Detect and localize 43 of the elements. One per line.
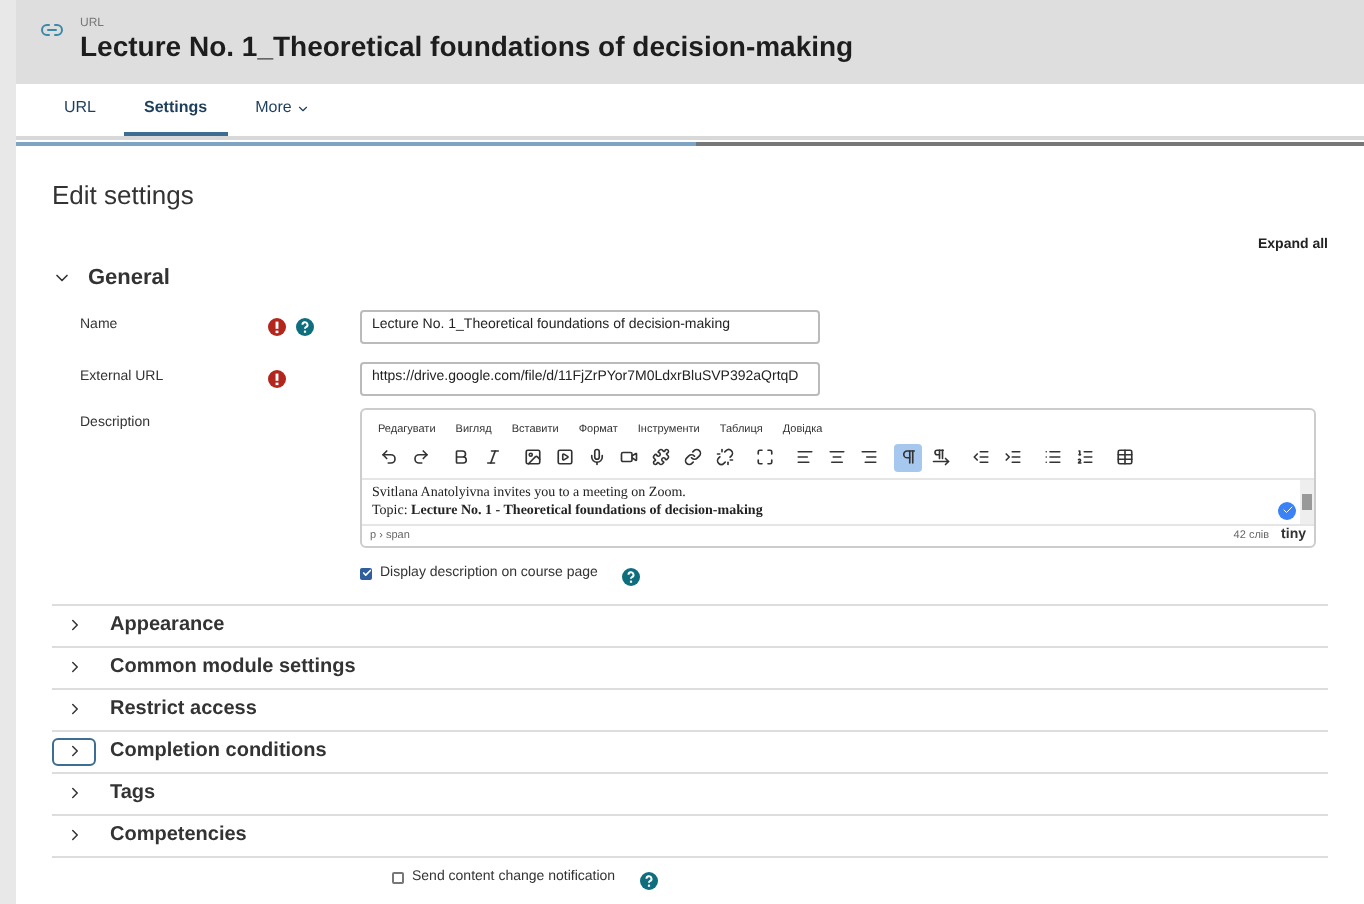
link-icon — [40, 18, 64, 42]
fullscreen-icon — [755, 448, 773, 467]
help-icon[interactable] — [621, 567, 640, 586]
mic-icon — [587, 448, 605, 467]
section-toggle[interactable]: Completion conditions — [52, 736, 327, 767]
section-heading: Edit settings — [52, 178, 196, 214]
bold-icon — [451, 448, 469, 467]
link-icon — [683, 448, 701, 467]
section-toggle[interactable]: Common module settings — [52, 652, 356, 683]
check-badge — [1278, 501, 1296, 520]
tab[interactable]: More — [235, 84, 330, 136]
required-icon — [268, 370, 286, 388]
unlink-icon — [715, 448, 733, 467]
bullets-icon — [1043, 448, 1061, 467]
image-icon — [523, 448, 541, 467]
help-icon[interactable] — [639, 871, 658, 890]
outdent-icon — [971, 448, 989, 467]
redo-icon — [411, 448, 429, 467]
numbers-icon — [1075, 448, 1093, 467]
section-toggle[interactable]: Competencies — [52, 820, 247, 851]
undo-icon — [379, 448, 397, 467]
ltr-icon — [899, 448, 917, 467]
align-right-icon — [859, 448, 877, 467]
checkbox[interactable] — [392, 871, 404, 884]
section-toggle[interactable]: General — [52, 262, 170, 295]
indent-icon — [1003, 448, 1021, 467]
caret-icon — [295, 101, 310, 115]
table-icon — [1115, 448, 1133, 467]
video-icon — [619, 448, 637, 467]
required-icon — [268, 318, 286, 336]
media-icon — [555, 448, 573, 467]
rtl-icon — [931, 448, 949, 467]
section-toggle[interactable]: Appearance — [52, 610, 225, 641]
tab[interactable]: URL — [44, 84, 117, 136]
page-title: Lecture No. 1_Theoretical foundations of decision-making — [80, 30, 854, 66]
help-icon[interactable] — [296, 318, 314, 336]
section-toggle[interactable]: Restrict access — [52, 694, 257, 725]
tab[interactable]: Settings — [124, 84, 228, 136]
align-center-icon — [827, 448, 845, 467]
toolbar-button[interactable] — [894, 443, 922, 472]
align-left-icon — [795, 448, 813, 467]
italic-icon — [483, 448, 501, 467]
section-toggle[interactable]: Tags — [52, 778, 156, 809]
